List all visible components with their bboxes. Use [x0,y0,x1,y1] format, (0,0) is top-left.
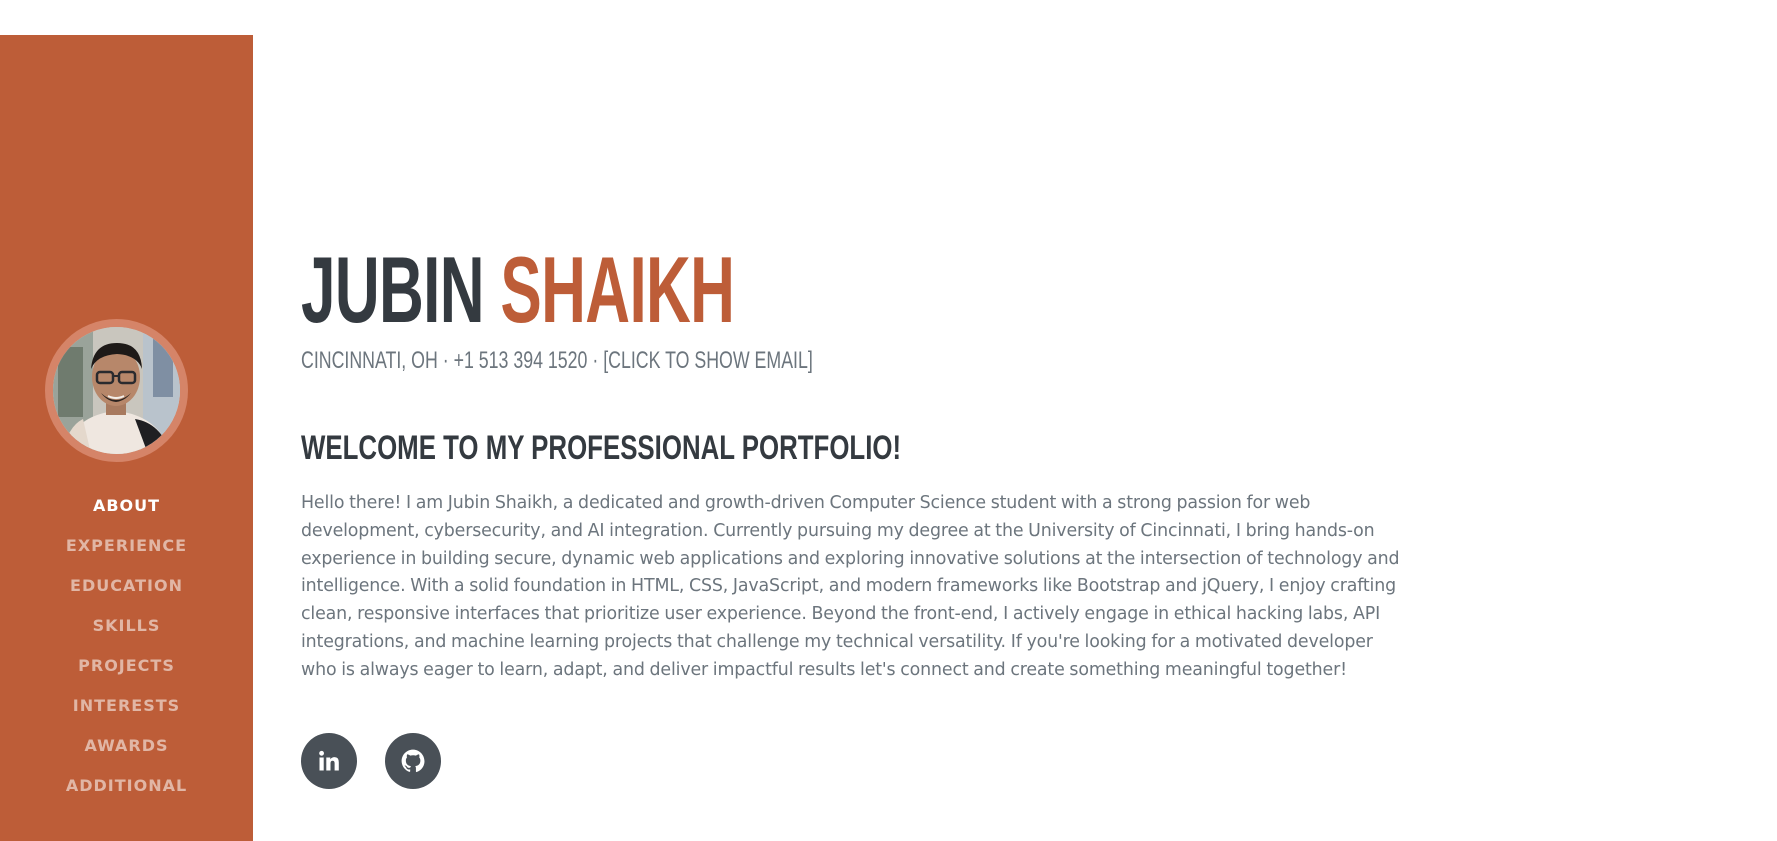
page-title: JUBIN SHAIKH [301,243,735,337]
about-text: Hello there! I am Jubin Shaikh, a dedica… [301,493,1400,680]
sidebar-item-education[interactable]: EDUCATION [0,565,253,605]
last-name: SHAIKH [500,237,735,342]
first-name: JUBIN [301,237,485,342]
avatar-frame [45,319,188,462]
main-content: JUBIN SHAIKH CINCINNATI, OH · +1 513 394… [301,0,1431,841]
sidebar-item-interests[interactable]: INTERESTS [0,685,253,725]
sidebar-item-about[interactable]: ABOUT [0,485,253,525]
avatar [53,327,180,454]
linkedin-button[interactable] [301,733,357,789]
sidebar-item-experience[interactable]: EXPERIENCE [0,525,253,565]
contact-line: CINCINNATI, OH · +1 513 394 1520 · [CLIC… [301,347,813,375]
sidebar-item-projects[interactable]: PROJECTS [0,645,253,685]
sidebar-nav: ABOUT EXPERIENCE EDUCATION SKILLS PROJECTS IN… [0,485,253,805]
welcome-heading: WELCOME TO MY PROFESSIONAL PORTFOLIO! [301,429,902,467]
sidebar-item-skills[interactable]: SKILLS [0,605,253,645]
avatar-photo [53,327,180,454]
separator: · [442,347,449,374]
separator: · [592,347,599,374]
portfolio-page: ABOUT EXPERIENCE EDUCATION SKILLS PROJECTS IN… [0,0,1777,841]
social-links [301,733,441,789]
location: CINCINNATI, OH [301,347,438,374]
sidebar-item-awards[interactable]: AWARDS [0,725,253,765]
show-email-link[interactable]: [CLICK TO SHOW EMAIL] [603,347,813,374]
sidebar-item-additional[interactable]: ADDITIONAL [0,765,253,805]
github-button[interactable] [385,733,441,789]
phone: +1 513 394 1520 [453,347,588,374]
linkedin-icon [319,750,339,771]
sidebar: ABOUT EXPERIENCE EDUCATION SKILLS PROJECTS IN… [0,35,253,841]
github-icon [401,749,425,773]
